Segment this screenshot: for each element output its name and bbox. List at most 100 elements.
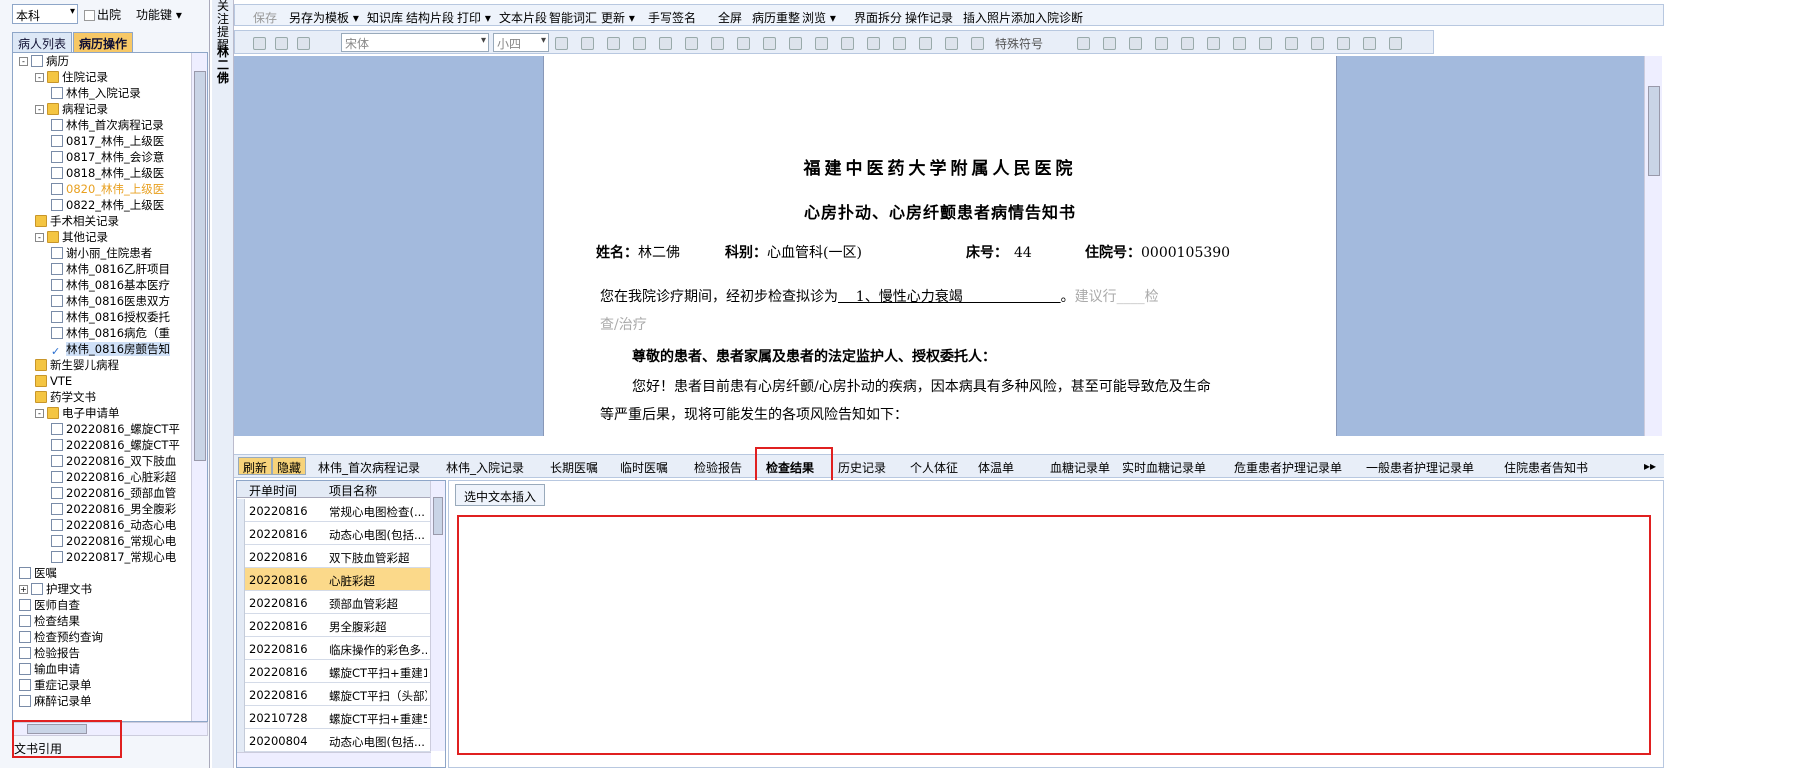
tree-node[interactable]: 林伟_0816基本医疗 [51, 277, 170, 293]
tree-node[interactable]: 0817_林伟_上级医 [51, 133, 164, 149]
spell-icon[interactable] [867, 37, 880, 50]
collapse-icon[interactable]: - [35, 105, 44, 114]
tree-node[interactable]: 医嘱 [19, 565, 57, 581]
table-row[interactable]: 20220816 双下肢血管彩超 [237, 545, 431, 568]
bottom-tab[interactable]: 历史记录 [838, 459, 886, 476]
menu-item[interactable]: 全屏 [718, 9, 742, 26]
scrollbar-thumb[interactable] [27, 724, 87, 734]
row-selector[interactable] [237, 545, 245, 568]
row-selector[interactable] [237, 591, 245, 614]
tree-node[interactable]: 0818_林伟_上级医 [51, 165, 164, 181]
tree-node[interactable]: 20220816_双下肢血 [51, 453, 176, 469]
function-key-menu[interactable]: 功能键 ▾ [136, 6, 182, 23]
font-size-select[interactable]: 小四 ▾ [493, 33, 549, 52]
highlight-icon[interactable] [815, 37, 828, 50]
tree-node[interactable]: 林伟_0816病危（重 [51, 325, 170, 341]
table-col-icon[interactable] [1233, 37, 1246, 50]
save-button[interactable]: 保存 [253, 9, 277, 26]
tree-node[interactable]: ✓ 林伟_0816房颤告知 [51, 341, 171, 358]
tree-node[interactable]: 20220816_动态心电 [51, 517, 176, 533]
row-selector[interactable] [237, 729, 245, 752]
table-icon[interactable] [1155, 37, 1168, 50]
grid-border-icon[interactable] [1363, 37, 1376, 50]
row-selector[interactable] [237, 522, 245, 545]
menu-item[interactable]: 知识库 [367, 9, 403, 26]
tree-node[interactable]: 林伟_首次病程记录 [51, 117, 164, 133]
table-row[interactable]: 20220816 男全腹彩超 [237, 614, 431, 637]
menu-item[interactable]: 另存为模板 ▾ [289, 9, 359, 26]
result-text-area[interactable] [458, 516, 1650, 754]
tab-record-ops[interactable]: 病历操作 [73, 32, 134, 52]
brush-icon[interactable] [893, 37, 906, 50]
tree-node[interactable]: 谢小丽_住院患者 [51, 245, 152, 261]
menu-item[interactable]: 浏览 ▾ [802, 9, 836, 26]
bottom-tab[interactable]: 检验报告 [694, 459, 742, 476]
scrollbar-thumb[interactable] [1648, 86, 1660, 176]
tree-node[interactable]: 药学文书 [35, 389, 96, 405]
collapse-icon[interactable]: - [35, 73, 44, 82]
menu-item[interactable]: 病历重整 [752, 9, 800, 26]
align-left-icon[interactable] [633, 37, 646, 50]
underline-icon[interactable] [607, 37, 620, 50]
tree-node[interactable]: 麻醉记录单 [19, 693, 92, 709]
line-spacing-icon[interactable] [737, 37, 750, 50]
align-center-icon[interactable] [659, 37, 672, 50]
tab-patient-list[interactable]: 病人列表 [12, 32, 73, 52]
bottom-tab[interactable]: 住院患者告知书 [1504, 459, 1588, 476]
row-selector[interactable] [237, 568, 245, 591]
row-selector[interactable] [237, 660, 245, 683]
bottom-tab[interactable]: 危重患者护理记录单 [1234, 459, 1342, 476]
hide-button[interactable]: 隐藏 [272, 457, 307, 475]
row-selector[interactable] [237, 637, 245, 660]
menu-item[interactable]: 打印 ▾ [457, 9, 491, 26]
tree-node[interactable]: 新生婴儿病程 [35, 357, 119, 373]
eraser-icon[interactable] [919, 37, 932, 50]
suggestion-field[interactable]: 建议行____检 [1075, 289, 1159, 305]
split-cell-icon[interactable] [1285, 37, 1298, 50]
bold-icon[interactable] [555, 37, 568, 50]
comment-icon[interactable] [971, 37, 984, 50]
suggestion-field-cont[interactable]: 查/治疗 [600, 314, 647, 334]
menu-item[interactable]: 添加入院诊断 [1011, 9, 1083, 26]
bottom-tab[interactable]: 一般患者护理记录单 [1366, 459, 1474, 476]
tree-horizontal-scrollbar[interactable] [12, 722, 208, 736]
tree-node[interactable]: 20220816_螺旋CT平 [51, 437, 180, 453]
table-horizontal-scrollbar[interactable] [237, 752, 431, 767]
bottom-tab[interactable]: 实时血糖记录单 [1122, 459, 1206, 476]
discharged-checkbox[interactable]: 出院 [84, 6, 121, 23]
tree-node[interactable]: VTE [35, 373, 72, 389]
table-row[interactable]: 20220816 动态心电图(包括... [237, 522, 431, 545]
column-header-date[interactable]: 开单时间 [249, 482, 297, 499]
table-delete-icon[interactable] [1311, 37, 1324, 50]
tree-node[interactable]: 20220816_男全腹彩 [51, 501, 176, 517]
binoculars-icon[interactable] [1129, 37, 1142, 50]
tree-node[interactable]: 检验报告 [19, 645, 80, 661]
tree-node[interactable]: + 护理文书 [19, 581, 92, 597]
collapse-icon[interactable]: - [35, 409, 44, 418]
bottom-tab[interactable]: 血糖记录单 [1050, 459, 1110, 476]
font-family-select[interactable]: 宋体 ▾ [341, 33, 489, 52]
refresh-button[interactable]: 刷新 [238, 457, 273, 475]
tree-node[interactable]: 重症记录单 [19, 677, 92, 693]
insert-image-icon[interactable] [1077, 37, 1090, 50]
department-select[interactable]: 本科 ▾ [12, 4, 78, 24]
document-page[interactable]: 福建中医药大学附属人民医院 心房扑动、心房纤颤患者病情告知书 姓名：林二佛 科别… [543, 56, 1337, 436]
merge-cell-icon[interactable] [1259, 37, 1272, 50]
table-row[interactable]: 20200804 动态心电图(包括... [237, 729, 431, 752]
tree-node[interactable]: 0820_林伟_上级医 [51, 181, 164, 197]
undo-icon[interactable] [275, 37, 288, 50]
tree-node[interactable]: - 其他记录 [35, 229, 108, 245]
tree-node[interactable]: 0817_林伟_会诊意 [51, 149, 164, 165]
tree-node[interactable]: 20220816_颈部血管 [51, 485, 176, 501]
table-row[interactable]: 20220816 螺旋CT平扫（头部） [237, 683, 431, 706]
menu-item[interactable]: 更新 ▾ [601, 9, 635, 26]
bottom-tab[interactable]: 个人体征 [910, 459, 958, 476]
expand-icon[interactable]: + [19, 585, 28, 594]
grid-icon[interactable] [1337, 37, 1350, 50]
tree-node[interactable]: 检查结果 [19, 613, 80, 629]
format-icon[interactable] [945, 37, 958, 50]
align-right-icon[interactable] [685, 37, 698, 50]
bottom-tab[interactable]: 临时医嘱 [620, 459, 668, 476]
menu-item[interactable]: 插入照片 [963, 9, 1011, 26]
table-row[interactable]: 20220816 常规心电图检查(... [237, 499, 431, 522]
